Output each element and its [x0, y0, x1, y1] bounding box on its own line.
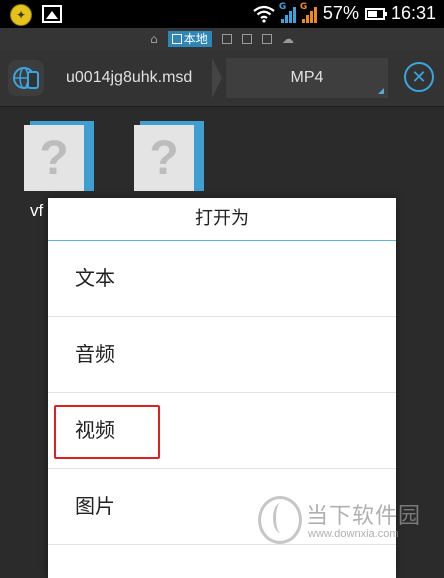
option-label: 图片	[75, 494, 115, 518]
battery-icon	[364, 7, 387, 20]
option-label: 音频	[75, 342, 115, 366]
signal-strength-icon: G	[279, 2, 296, 23]
open-as-dialog: 打开为 文本 音频 视频 图片	[48, 198, 396, 578]
breadcrumb-folder[interactable]: u0014jg8uhk.msd	[52, 58, 212, 98]
app-notification-icon: ✦	[10, 4, 32, 26]
close-icon[interactable]: ✕	[404, 62, 434, 92]
option-label: 文本	[75, 266, 115, 290]
phone-icon	[171, 34, 182, 44]
battery-percent: 57%	[322, 3, 359, 23]
breadcrumb-separator	[212, 58, 222, 98]
phone-icon	[221, 34, 232, 44]
dialog-title: 打开为	[48, 198, 396, 241]
option-audio[interactable]: 音频	[48, 317, 396, 393]
file-item[interactable]: ?	[24, 121, 94, 193]
breadcrumb-current[interactable]: MP4	[226, 58, 388, 98]
option-image[interactable]: 图片	[48, 469, 396, 545]
location-local-label: 本地	[183, 32, 208, 46]
location-bar: ⌂ 本地 ☁	[0, 28, 444, 50]
home-icon[interactable]: ⌂	[150, 32, 158, 46]
option-label: 视频	[75, 418, 115, 442]
toolbar: u0014jg8uhk.msd MP4 ✕	[0, 50, 444, 107]
unknown-file-icon: ?	[24, 125, 84, 191]
option-video[interactable]: 视频	[48, 393, 396, 469]
clock: 16:31	[390, 3, 436, 23]
cloud-icon[interactable]: ☁	[282, 32, 294, 46]
file-item[interactable]: ?	[134, 121, 204, 193]
storage-switch-button[interactable]	[8, 60, 44, 96]
location-phone[interactable]	[221, 34, 232, 44]
unknown-file-icon: ?	[134, 125, 194, 191]
location-tablet[interactable]	[241, 34, 252, 44]
wifi-icon	[253, 5, 275, 23]
globe-phone-icon	[13, 67, 39, 89]
file-name: vf	[30, 201, 44, 220]
location-local[interactable]: 本地	[167, 31, 212, 47]
location-computer[interactable]	[261, 34, 272, 44]
computer-icon	[261, 34, 272, 44]
image-notification-icon	[42, 5, 62, 23]
signal-strength-icon-2: G	[300, 2, 317, 23]
tablet-icon	[241, 34, 252, 44]
option-text[interactable]: 文本	[48, 241, 396, 317]
status-bar: ✦ G G 57% 16:31	[0, 0, 444, 28]
